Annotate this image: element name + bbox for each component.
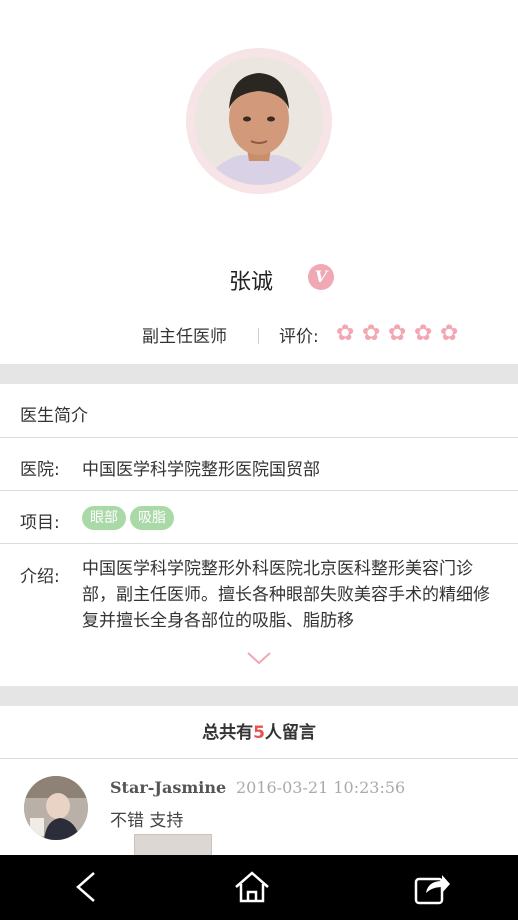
comment-avatar[interactable] [24, 776, 88, 840]
doctor-avatar [195, 57, 323, 185]
project-label: 项目: [20, 513, 60, 533]
rating-stars: ✿ ✿ ✿ ✿ ✿ [336, 321, 462, 346]
intro-label: 介绍: [20, 567, 60, 587]
comment-username[interactable]: Star-Jasmine [110, 778, 226, 797]
intro-text: 中国医学科学院整形外科医院北京医科整形美容门诊部，副主任医师。擅长各种眼部失败美… [82, 559, 490, 631]
project-tags: 眼部 吸脂 [82, 506, 178, 530]
flower-star-icon: ✿ [362, 321, 381, 346]
project-tag[interactable]: 眼部 [82, 506, 126, 530]
project-tag[interactable]: 吸脂 [130, 506, 174, 530]
comments-count-title: 总共有5人留言 [0, 718, 518, 743]
comment-timestamp: 2016-03-21 10:23:56 [236, 778, 406, 797]
flower-star-icon: ✿ [336, 321, 355, 346]
project-row: 项目: 眼部 吸脂 [0, 491, 518, 544]
section-header: 医生简介 [0, 384, 518, 438]
doctor-meta-row: 副主任医师 评价: ✿ ✿ ✿ ✿ ✿ [0, 322, 518, 350]
comments-suffix: 人留言 [264, 723, 316, 743]
rating-label: 评价: [279, 327, 319, 347]
share-icon[interactable] [412, 867, 452, 907]
section-title: 医生简介 [20, 406, 88, 426]
home-icon[interactable] [232, 867, 272, 907]
flower-star-icon: ✿ [414, 321, 433, 346]
back-arrow-icon[interactable] [66, 867, 106, 907]
meta-divider [258, 328, 259, 344]
hospital-label: 医院: [20, 460, 60, 480]
doctor-name-text: 张诚 [228, 270, 273, 295]
doctor-name: 张诚 [0, 264, 518, 296]
comments-count: 5 [253, 723, 265, 743]
comments-prefix: 总共有 [202, 723, 254, 743]
bottom-nav-bar [0, 855, 518, 920]
hospital-row: 医院: 中国医学科学院整形医院国贸部 [0, 438, 518, 491]
section-divider [0, 686, 518, 706]
comment-text: 不错 支持 [110, 811, 184, 831]
flower-star-icon: ✿ [388, 321, 407, 346]
doctor-avatar-frame [186, 48, 332, 194]
verified-badge-icon: V [308, 264, 334, 290]
hospital-value[interactable]: 中国医学科学院整形医院国贸部 [82, 455, 320, 480]
flower-star-icon: ✿ [440, 321, 459, 346]
doctor-title: 副主任医师 [142, 327, 227, 347]
section-divider [0, 364, 518, 384]
chevron-down-icon[interactable] [247, 650, 271, 666]
